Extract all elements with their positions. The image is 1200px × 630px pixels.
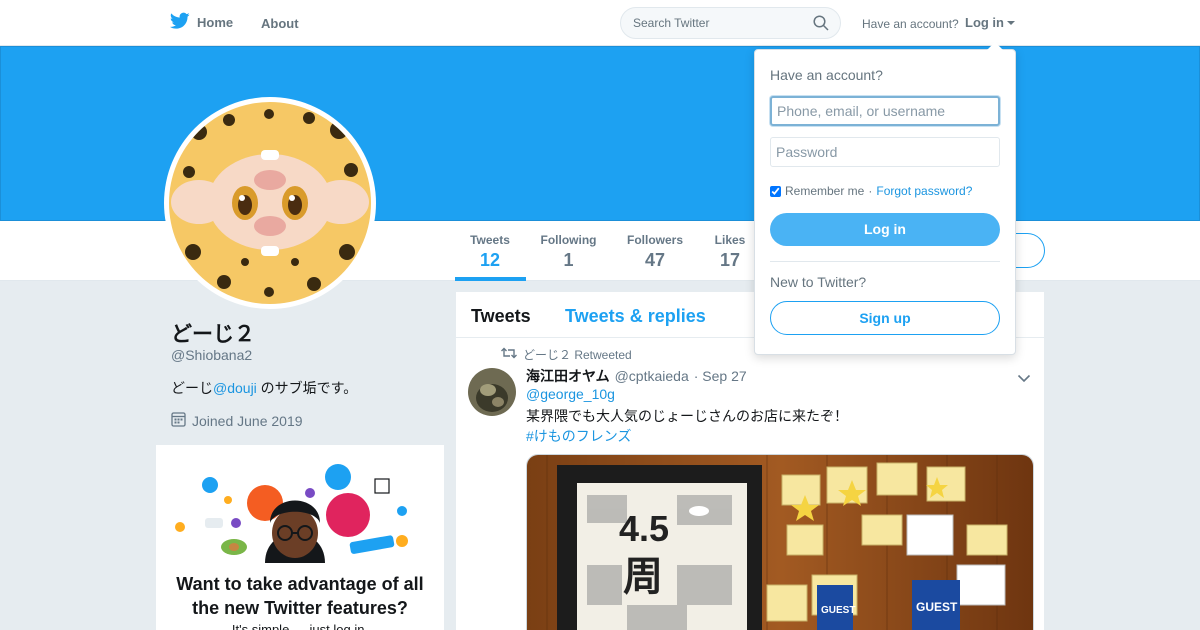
profile-name: どーじ２ (171, 323, 255, 346)
chevron-down-icon[interactable] (1017, 370, 1031, 388)
nav-home-label: Home (197, 15, 234, 30)
stat-following[interactable]: Following 1 (537, 233, 600, 271)
joined-date: Joined June 2019 (192, 412, 303, 429)
retweet-icon (501, 347, 517, 362)
media-guest-badge: GUEST (821, 605, 855, 616)
stat-label: Likes (714, 233, 746, 247)
avatar-image (169, 102, 371, 304)
promo-title: Want to take advantage of all the new Tw… (176, 574, 424, 618)
media-guest-badge: GUEST (916, 600, 958, 614)
new-to-twitter-text: New to Twitter? (770, 274, 867, 290)
tweet-author-handle[interactable]: @cptkaieda (615, 368, 689, 384)
dropdown-title: Have an account? (770, 67, 883, 83)
profile-bio: どーじ@douji のサブ垢です。 (171, 378, 357, 398)
search-icon[interactable] (813, 15, 829, 36)
username-field[interactable] (770, 96, 1000, 126)
profile-joined: Joined June 2019 (171, 411, 303, 430)
login-button[interactable]: Log in (770, 213, 1000, 246)
stat-value: 47 (644, 250, 666, 270)
stat-likes[interactable]: Likes 17 (710, 233, 750, 271)
tweet-mention-link[interactable]: @george_10g (526, 386, 615, 402)
login-dropdown: Have an account? Remember me · Forgot pa… (754, 42, 1016, 355)
stat-label: Followers (626, 233, 683, 247)
retweeted-by-text[interactable]: どーじ２ Retweeted (523, 346, 632, 363)
separator-dot: · (868, 184, 873, 198)
stat-value: 17 (719, 250, 741, 270)
top-nav: Home About Have an account? Log in (0, 0, 1200, 46)
have-account-text: Have an account? (862, 17, 959, 31)
stat-value: 12 (479, 250, 501, 270)
remember-me-row: Remember me · Forgot password? (770, 184, 972, 198)
media-text-kanji: 周 (623, 554, 663, 600)
active-tab-underline (455, 277, 526, 281)
stat-label: Following (540, 233, 597, 247)
promo-subtitle: It's simple — just log in. (231, 622, 369, 630)
profile-handle[interactable]: @Shiobana2 (171, 347, 252, 363)
tweet-author-avatar[interactable] (468, 368, 516, 416)
retweet-context: どーじ２ Retweeted (501, 346, 632, 363)
remember-me-checkbox[interactable] (770, 185, 781, 197)
login-menu-button[interactable]: Log in (965, 15, 1015, 30)
calendar-icon (171, 411, 186, 430)
divider (770, 261, 1000, 262)
stat-followers[interactable]: Followers 47 (622, 233, 688, 271)
nav-home[interactable]: Home (169, 12, 234, 33)
media-text-count: 4.5 (619, 508, 669, 549)
promo-illustration (170, 463, 430, 563)
stat-tweets[interactable]: Tweets 12 (462, 233, 518, 271)
stat-value: 1 (563, 250, 574, 270)
nav-about[interactable]: About (261, 16, 299, 31)
dropdown-arrow (987, 42, 1003, 50)
tab-tweets[interactable]: Tweets (471, 306, 531, 327)
promo-card: Want to take advantage of all the new Tw… (156, 445, 444, 630)
tweet-author-name[interactable]: 海江田オヤム (526, 366, 610, 386)
caret-down-icon (1007, 20, 1015, 25)
bio-text: どーじ (171, 380, 213, 396)
tweet-header: 海江田オヤム @cptkaieda · Sep 27 (526, 366, 747, 386)
forgot-password-link[interactable]: Forgot password? (876, 184, 972, 198)
tweet-hashtag-link[interactable]: #けものフレンズ (526, 426, 632, 446)
tweet-date[interactable]: · Sep 27 (694, 368, 747, 384)
remember-me-label[interactable]: Remember me (785, 184, 864, 198)
search-input[interactable] (633, 16, 803, 30)
stat-label: Tweets (470, 233, 510, 247)
password-field[interactable] (770, 137, 1000, 167)
tweet-media-photo[interactable]: 4.5 周 GUEST GUEST (526, 454, 1034, 630)
bio-text: のサブ垢です。 (256, 380, 358, 396)
tweet-text: 某界隈でも大人気のじょーじさんのお店に来たぞ！ (526, 408, 848, 424)
signup-button[interactable]: Sign up (770, 301, 1000, 335)
tab-tweets-and-replies[interactable]: Tweets & replies (565, 306, 706, 327)
login-menu-label: Log in (965, 15, 1004, 30)
search-box[interactable] (620, 7, 841, 39)
profile-avatar[interactable] (164, 97, 376, 309)
bio-mention-link[interactable]: @douji (213, 380, 257, 396)
twitter-bird-icon (169, 12, 190, 33)
